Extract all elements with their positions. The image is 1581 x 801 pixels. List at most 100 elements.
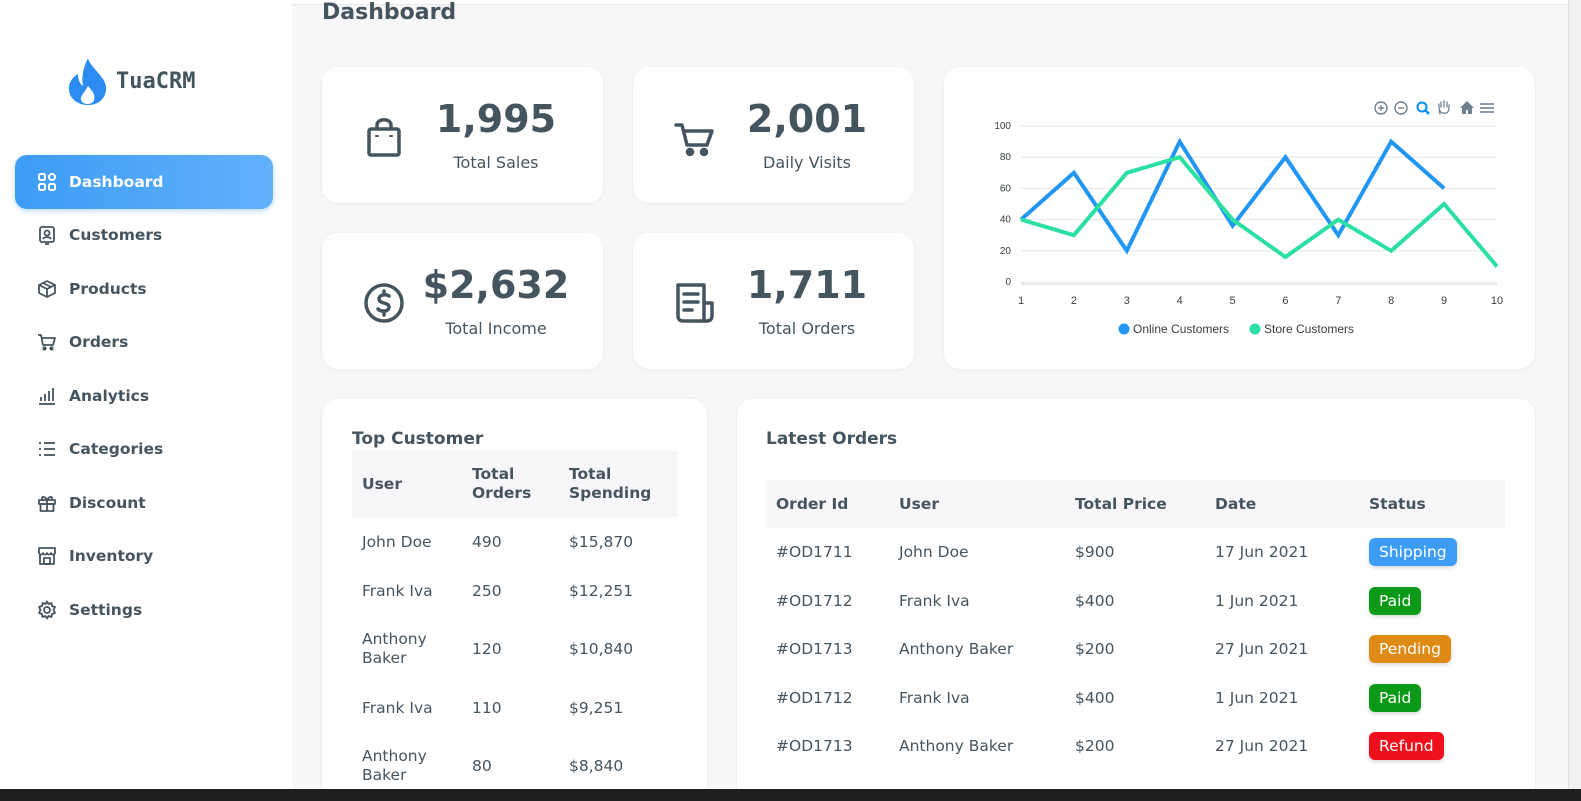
stat-label: Daily Visits — [763, 153, 851, 172]
page-title: Dashboard — [322, 0, 457, 25]
x-tick-label: 2 — [1071, 295, 1077, 307]
sidebar-item-dashboard[interactable]: Dashboard — [15, 155, 273, 209]
sidebar-item-analytics[interactable]: Analytics — [15, 369, 273, 423]
latest-orders-card: Latest Orders Order Id User Total Price … — [737, 399, 1535, 801]
column-header-status[interactable]: Status — [1359, 480, 1505, 528]
zoom-in-icon[interactable] — [1374, 101, 1388, 115]
table-row[interactable]: John Doe 490 $15,870 — [352, 517, 678, 566]
customer-user-text: Anthony Baker — [362, 747, 427, 784]
toolbar-glyph — [1424, 109, 1430, 115]
top-customer-title: Top Customer — [352, 429, 484, 449]
cart-icon — [674, 123, 714, 157]
gift-icon — [37, 493, 57, 513]
sidebar-item-products[interactable]: Products — [15, 262, 273, 316]
home-icon[interactable] — [1460, 101, 1474, 114]
stat-value: 1,995 — [435, 97, 557, 141]
customer-user: Anthony Baker — [352, 615, 462, 683]
table-row[interactable]: Frank Iva 250 $12,251 — [352, 566, 678, 615]
order-price: $200 — [1075, 640, 1115, 659]
sidebar-item-customers[interactable]: Customers — [15, 209, 273, 263]
table-row[interactable]: #OD1711 John Doe $900 17 Jun 2021 Shippi… — [766, 528, 1505, 577]
sidebar-item-discount[interactable]: Discount — [15, 476, 273, 530]
dashboard-icon — [37, 172, 57, 192]
box-icon — [37, 279, 57, 299]
table-row[interactable]: #OD1713 Anthony Baker $200 27 Jun 2021 R… — [766, 722, 1505, 771]
stat-card-total-orders[interactable]: 1,711 Total Orders — [633, 233, 914, 369]
column-header-total-spending[interactable]: Total Spending — [559, 451, 678, 517]
order-status-cell: Shipping — [1359, 528, 1505, 577]
series-line-0 — [1019, 137, 1446, 255]
sidebar-item-inventory[interactable]: Inventory — [15, 530, 273, 584]
stat-value: $2,632 — [422, 263, 570, 307]
status-badge: Refund — [1369, 732, 1444, 761]
column-header-date[interactable]: Date — [1205, 480, 1359, 528]
line-chart: 0 20 40 60 80 100 1 2 3 4 5 6 7 8 9 10 Online Customer… — [994, 100, 1503, 336]
top-customer-card: Top Customer User Total Orders Total Spe… — [322, 399, 707, 801]
customer-user-text: Anthony Baker — [362, 630, 427, 667]
customer-user: Frank Iva — [362, 581, 433, 600]
legend-marker — [1118, 323, 1130, 335]
sidebar-item-orders[interactable]: Orders — [15, 316, 273, 370]
bag-icon — [367, 118, 401, 157]
y-tick-label: 40 — [1000, 215, 1012, 226]
column-header-user[interactable]: User — [352, 451, 462, 517]
stat-card-total-income[interactable]: $2,632 Total Income — [322, 233, 603, 369]
zoom-select-icon[interactable] — [1416, 101, 1430, 115]
sidebar-item-label: Categories — [69, 440, 164, 459]
sidebar-item-categories[interactable]: Categories — [15, 423, 273, 477]
vertical-scrollbar[interactable] — [1568, 0, 1581, 801]
table-row[interactable]: Frank Iva 110 $9,251 — [352, 683, 678, 732]
order-id: #OD1712 — [776, 688, 853, 707]
sidebar-item-label: Dashboard — [69, 172, 164, 191]
column-header-order-id[interactable]: Order Id — [766, 480, 889, 528]
order-user: Anthony Baker — [899, 640, 1014, 659]
status-badge: Shipping — [1369, 538, 1457, 567]
logo[interactable]: TuaCRM — [66, 56, 195, 106]
bar-chart-icon — [37, 386, 57, 406]
store-icon — [37, 546, 57, 566]
status-badge: Paid — [1369, 586, 1422, 615]
stat-card-total-sales[interactable]: 1,995 Total Sales — [322, 67, 603, 203]
status-badge: Paid — [1369, 683, 1422, 712]
customer-total-spending: $10,840 — [569, 640, 634, 658]
column-header-total-orders[interactable]: Total Orders — [462, 451, 559, 517]
column-header-total-price[interactable]: Total Price — [1065, 480, 1205, 528]
x-tick-label: 8 — [1388, 295, 1394, 307]
y-tick-label: 20 — [1000, 246, 1012, 257]
customer-total-spending: $9,251 — [569, 698, 624, 717]
stat-label: Total Income — [445, 319, 547, 338]
sidebar-item-label: Settings — [69, 600, 143, 619]
order-date: 17 Jun 2021 — [1215, 543, 1309, 562]
top-customer-table: User Total Orders Total Spending John Do… — [352, 451, 678, 800]
order-status-cell: Paid — [1359, 674, 1505, 723]
customer-total-spending: $12,251 — [569, 581, 634, 600]
stat-label: Total Sales — [453, 153, 539, 172]
taskbar-strip — [0, 789, 1581, 801]
order-status-cell: Paid — [1359, 577, 1505, 626]
sidebar-item-settings[interactable]: Settings — [15, 583, 273, 637]
legend-label: Store Customers — [1264, 322, 1354, 336]
x-tick-label: 6 — [1282, 295, 1288, 307]
customer-user: Frank Iva — [362, 698, 433, 717]
sidebar-item-label: Products — [69, 279, 147, 298]
zoom-out-icon[interactable] — [1394, 101, 1408, 115]
sidebar-item-label: Analytics — [69, 386, 150, 405]
table-row[interactable]: #OD1712 Frank Iva $400 1 Jun 2021 Paid — [766, 577, 1505, 626]
stat-card-daily-visits[interactable]: 2,001 Daily Visits — [633, 67, 914, 203]
customer-total-orders: 490 — [472, 532, 502, 551]
menu-icon[interactable] — [1480, 103, 1494, 113]
table-row[interactable]: #OD1712 Frank Iva $400 1 Jun 2021 Paid — [766, 674, 1505, 723]
x-tick-label: 7 — [1335, 295, 1341, 307]
table-row[interactable]: #OD1713 Anthony Baker $200 27 Jun 2021 P… — [766, 625, 1505, 674]
order-user: Frank Iva — [899, 591, 970, 610]
order-date: 1 Jun 2021 — [1215, 591, 1299, 610]
stat-value: 1,711 — [746, 263, 868, 307]
column-header-user[interactable]: User — [889, 480, 1065, 528]
pan-icon[interactable] — [1438, 100, 1450, 115]
logo-text: TuaCRM — [116, 68, 196, 94]
y-tick-label: 80 — [1000, 152, 1012, 163]
total-spending-header-text: Total Spending — [569, 465, 652, 502]
table-row[interactable]: Anthony Baker 120 $10,840 — [352, 615, 678, 683]
cart-icon — [37, 332, 57, 352]
sidebar-item-label: Discount — [69, 493, 146, 512]
